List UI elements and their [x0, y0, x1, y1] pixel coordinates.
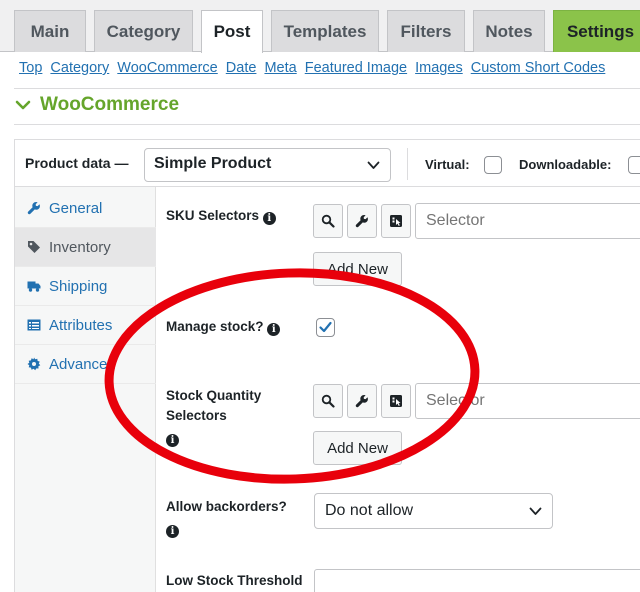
field-label-text: SKU Selectors	[166, 208, 260, 223]
tab-filters[interactable]: Filters	[387, 10, 465, 52]
tab-post[interactable]: Post	[201, 10, 263, 53]
tab-settings[interactable]: Settings	[553, 10, 640, 52]
link-meta[interactable]: Meta	[264, 60, 296, 76]
virtual-checkbox[interactable]	[484, 156, 502, 174]
wrench-icon	[355, 214, 368, 228]
gear-icon	[27, 357, 41, 371]
tab-notes[interactable]: Notes	[473, 10, 545, 52]
divider	[14, 124, 640, 125]
link-category[interactable]: Category	[50, 60, 109, 76]
link-images[interactable]: Images	[415, 60, 463, 76]
tab-templates[interactable]: Templates	[271, 10, 379, 52]
chevron-down-icon	[367, 161, 380, 169]
link-custom-short-codes[interactable]: Custom Short Codes	[471, 60, 606, 76]
link-featured-image[interactable]: Featured Image	[305, 60, 407, 76]
sku-add-new-button[interactable]: Add New	[313, 252, 402, 286]
product-type-select[interactable]: Simple Product	[144, 148, 391, 182]
vtab-label: Shipping	[49, 277, 108, 295]
product-data-label: Product data —	[25, 155, 129, 171]
field-label-text: Low Stock Threshold	[166, 573, 303, 588]
field-label-text: Stock Quantity	[166, 388, 262, 403]
tab-main[interactable]: Main	[14, 10, 86, 52]
wrench-icon	[355, 394, 368, 408]
vtab-attributes[interactable]: Attributes	[15, 306, 156, 345]
vtab-label: Inventory	[49, 238, 111, 256]
element-picker-icon	[390, 395, 402, 407]
vtab-shipping[interactable]: Shipping	[15, 267, 156, 306]
section-title: WooCommerce	[40, 94, 180, 115]
checkmark-icon	[319, 321, 332, 333]
chevron-down-icon	[15, 100, 31, 110]
product-data-tabs: General Inventory Shipping Attributes Ad…	[14, 187, 156, 592]
manage-stock-label: Manage stock? i	[166, 317, 281, 337]
vtab-advanced[interactable]: Advanced	[15, 345, 156, 384]
vtab-label: General	[49, 199, 103, 217]
tag-icon	[28, 241, 40, 253]
sku-selector-input[interactable]: Selector	[415, 203, 640, 239]
truck-icon	[27, 281, 41, 292]
list-icon	[27, 319, 41, 331]
wrench-icon	[27, 201, 40, 215]
field-label-text: Manage stock?	[166, 319, 264, 334]
link-date[interactable]: Date	[226, 60, 257, 76]
downloadable-checkbox[interactable]	[628, 156, 640, 174]
stock-quantity-label: Stock Quantity Selectors i	[166, 386, 261, 448]
link-woocommerce[interactable]: WooCommerce	[117, 60, 217, 76]
chevron-down-icon	[529, 507, 542, 515]
vtab-label: Attributes	[49, 316, 113, 334]
top-tab-bar: Main Category Post Templates Filters Not…	[0, 0, 640, 53]
info-icon[interactable]: i	[267, 323, 281, 336]
info-icon[interactable]: i	[166, 525, 179, 538]
field-label-text: Selectors	[166, 408, 227, 423]
link-top[interactable]: Top	[19, 60, 42, 76]
divider	[14, 88, 640, 89]
search-icon	[321, 394, 335, 408]
downloadable-label: Downloadable:	[519, 157, 612, 172]
settings-button[interactable]	[347, 204, 377, 238]
backorders-select[interactable]: Do not allow	[314, 493, 553, 529]
settings-button[interactable]	[347, 384, 377, 418]
separator	[407, 148, 408, 180]
search-button[interactable]	[313, 204, 343, 238]
pick-element-button[interactable]	[381, 384, 411, 418]
sku-selectors-label: SKU Selectors i	[166, 206, 276, 226]
low-stock-threshold-label: Low Stock Threshold	[166, 571, 303, 591]
product-type-value: Simple Product	[154, 155, 272, 172]
woocommerce-section-header[interactable]: WooCommerce	[14, 92, 179, 118]
search-button[interactable]	[313, 384, 343, 418]
product-data-bar: Product data — Simple Product Virtual: D…	[14, 139, 640, 187]
low-stock-threshold-input[interactable]	[314, 569, 640, 592]
vtab-inventory[interactable]: Inventory	[15, 228, 156, 267]
stock-quantity-selector-input[interactable]: Selector	[415, 383, 640, 419]
section-links: Top Category WooCommerce Date Meta Featu…	[19, 60, 609, 80]
tab-category[interactable]: Category	[94, 10, 193, 52]
vtab-label: Advanced	[49, 355, 116, 373]
pick-element-button[interactable]	[381, 204, 411, 238]
info-icon[interactable]: i	[262, 212, 276, 225]
backorders-label: Allow backorders? i	[166, 497, 287, 539]
vtab-general[interactable]: General	[15, 189, 156, 228]
backorders-value: Do not allow	[325, 502, 414, 519]
manage-stock-checkbox[interactable]	[316, 318, 335, 337]
field-label-text: Allow backorders?	[166, 499, 287, 514]
info-icon[interactable]: i	[166, 434, 179, 447]
stock-quantity-add-new-button[interactable]: Add New	[313, 431, 402, 465]
element-picker-icon	[390, 215, 402, 227]
virtual-label: Virtual:	[425, 157, 470, 172]
search-icon	[321, 214, 335, 228]
